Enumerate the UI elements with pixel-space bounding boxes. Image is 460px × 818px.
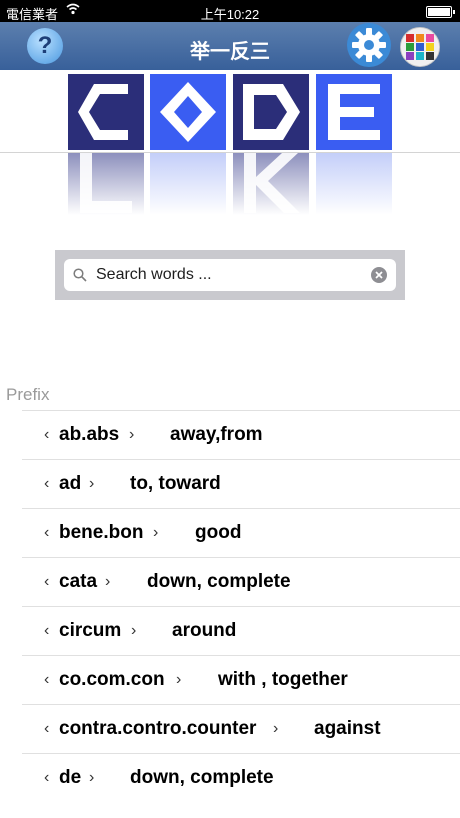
logo-reflection bbox=[68, 153, 392, 215]
prefix-text: contra.contro.counter bbox=[59, 718, 257, 739]
clock: 上午10:22 bbox=[200, 7, 260, 22]
logo-letter-o bbox=[150, 74, 226, 150]
battery-icon bbox=[426, 6, 455, 18]
logo-letter-e bbox=[316, 74, 392, 150]
list-item[interactable]: ‹ bene.bon › good bbox=[22, 508, 460, 557]
color-palette-icon[interactable] bbox=[400, 27, 440, 67]
meaning-text: away,from bbox=[170, 424, 263, 445]
chevron-right-icon: › bbox=[176, 671, 182, 688]
list-item[interactable]: ‹ ad › to, toward bbox=[22, 459, 460, 508]
chevron-left-icon: ‹ bbox=[44, 426, 50, 443]
meaning-text: against bbox=[314, 718, 381, 739]
meaning-text: around bbox=[172, 620, 237, 641]
prefix-text: bene.bon bbox=[59, 522, 144, 543]
meaning-text: down, complete bbox=[147, 571, 291, 592]
chevron-right-icon: › bbox=[105, 573, 111, 590]
chevron-left-icon: ‹ bbox=[44, 720, 50, 737]
chevron-right-icon: › bbox=[89, 475, 95, 492]
list-item[interactable]: ‹ co.com.con › with , together bbox=[22, 655, 460, 704]
chevron-left-icon: ‹ bbox=[44, 769, 50, 786]
chevron-right-icon: › bbox=[273, 720, 279, 737]
prefix-text: cata bbox=[59, 571, 98, 592]
list-item[interactable]: ‹ de › down, complete bbox=[22, 753, 460, 802]
chevron-right-icon: › bbox=[89, 769, 95, 786]
prefix-text: co.com.con bbox=[59, 669, 165, 690]
meaning-text: down, complete bbox=[130, 767, 274, 788]
prefix-text: ab.abs bbox=[59, 424, 120, 445]
prefix-text: ad bbox=[59, 473, 82, 494]
search-field-container[interactable] bbox=[64, 259, 396, 291]
search-bar bbox=[55, 250, 405, 300]
prefix-text: de bbox=[59, 767, 82, 788]
navigation-bar: ? 举一反三 bbox=[0, 22, 460, 70]
chevron-left-icon: ‹ bbox=[44, 524, 50, 541]
code-logo bbox=[68, 74, 392, 150]
clear-icon[interactable] bbox=[371, 267, 387, 283]
chevron-left-icon: ‹ bbox=[44, 475, 50, 492]
prefix-list: ‹ ab.abs › away,from ‹ ad › to, toward ‹… bbox=[0, 410, 460, 802]
chevron-left-icon: ‹ bbox=[44, 573, 50, 590]
meaning-text: good bbox=[195, 522, 242, 543]
prefix-text: circum bbox=[59, 620, 122, 641]
list-item[interactable]: ‹ cata › down, complete bbox=[22, 557, 460, 606]
list-item[interactable]: ‹ circum › around bbox=[22, 606, 460, 655]
chevron-right-icon: › bbox=[153, 524, 159, 541]
meaning-text: to, toward bbox=[130, 473, 221, 494]
list-item[interactable]: ‹ contra.contro.counter › against bbox=[22, 704, 460, 753]
search-input[interactable] bbox=[96, 259, 356, 291]
chevron-right-icon: › bbox=[129, 426, 135, 443]
search-icon bbox=[73, 268, 87, 282]
chevron-left-icon: ‹ bbox=[44, 622, 50, 639]
meaning-text: with , together bbox=[218, 669, 348, 690]
list-item[interactable]: ‹ ab.abs › away,from bbox=[22, 410, 460, 459]
chevron-right-icon: › bbox=[131, 622, 137, 639]
logo-letter-c bbox=[68, 74, 144, 150]
settings-gear-icon[interactable] bbox=[346, 22, 392, 68]
status-bar: 電信業者 上午10:22 bbox=[0, 0, 460, 22]
section-header-prefix: Prefix bbox=[6, 385, 50, 404]
logo-letter-d bbox=[233, 74, 309, 150]
chevron-left-icon: ‹ bbox=[44, 671, 50, 688]
